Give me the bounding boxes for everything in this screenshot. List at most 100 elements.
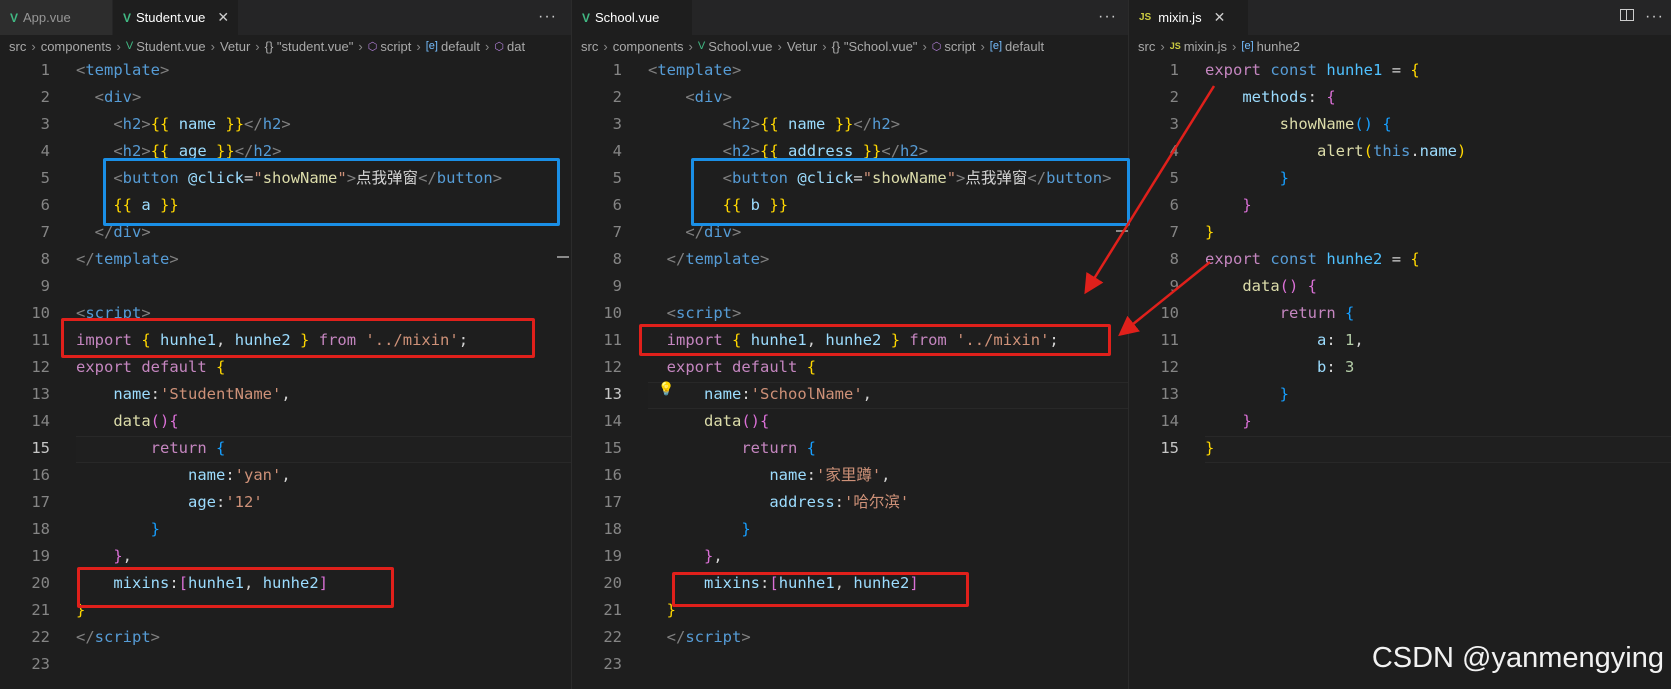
code-line[interactable]: 9 (572, 273, 1128, 300)
line-number[interactable]: 2 (572, 84, 622, 111)
line-number[interactable]: 15 (1129, 435, 1179, 462)
code-line[interactable]: 19 }, (0, 543, 571, 570)
breadcrumb-item[interactable]: Vetur (787, 39, 817, 54)
code-line[interactable]: 2 <div> (0, 84, 571, 111)
line-number[interactable]: 10 (572, 300, 622, 327)
code-editor[interactable]: 1 export const hunhe1 = {2 methods: {3 sh… (1129, 57, 1671, 689)
scrollbar-marker[interactable] (557, 256, 569, 258)
line-number[interactable]: 21 (0, 597, 50, 624)
code-line[interactable]: 2 methods: { (1129, 84, 1671, 111)
code-line[interactable]: 11 import { hunhe1, hunhe2 } from '../mi… (572, 327, 1128, 354)
line-number[interactable]: 14 (1129, 408, 1179, 435)
code-line[interactable]: 15} (1129, 435, 1671, 462)
line-number[interactable]: 13 (572, 381, 622, 408)
breadcrumb-item[interactable]: Vetur (220, 39, 250, 54)
code-line[interactable]: 3 <h2>{{ name }}</h2> (0, 111, 571, 138)
breadcrumb-item[interactable]: script (944, 39, 975, 54)
line-number[interactable]: 8 (572, 246, 622, 273)
tab-student-vue[interactable]: V Student.vue ✕ (113, 0, 239, 35)
line-number[interactable]: 7 (1129, 219, 1179, 246)
code-line[interactable]: 7 </div> (572, 219, 1128, 246)
code-line[interactable]: 18 } (0, 516, 571, 543)
breadcrumb-item[interactable]: src (581, 39, 598, 54)
breadcrumb-item[interactable]: default (1005, 39, 1044, 54)
code-line[interactable]: 9 data() { (1129, 273, 1671, 300)
tab-school-vue[interactable]: V School.vue (572, 0, 693, 35)
line-number[interactable]: 9 (1129, 273, 1179, 300)
line-number[interactable]: 5 (0, 165, 50, 192)
line-number[interactable]: 10 (1129, 300, 1179, 327)
code-line[interactable]: 21 } (572, 597, 1128, 624)
code-editor[interactable]: 1 <template> 2 <div> 3 <h2>{{ name }}</h2> 4… (0, 57, 571, 689)
line-number[interactable]: 4 (572, 138, 622, 165)
line-number[interactable]: 3 (1129, 111, 1179, 138)
line-number[interactable]: 19 (0, 543, 50, 570)
breadcrumb-item[interactable]: src (9, 39, 26, 54)
line-number[interactable]: 4 (0, 138, 50, 165)
breadcrumb-item[interactable]: {} "School.vue" (832, 39, 918, 54)
code-line[interactable]: 7 </div> (0, 219, 571, 246)
code-line[interactable]: 5 <button @click="showName">点我弹窗</button… (0, 165, 571, 192)
breadcrumb-item[interactable]: hunhe2 (1257, 39, 1300, 54)
tab-app-vue[interactable]: V App.vue (0, 0, 113, 35)
line-number[interactable]: 12 (572, 354, 622, 381)
code-line[interactable]: 5 } (1129, 165, 1671, 192)
breadcrumb-item[interactable]: Student.vue (136, 39, 205, 54)
breadcrumb-item[interactable]: components (613, 39, 684, 54)
line-number[interactable]: 7 (572, 219, 622, 246)
code-line[interactable]: 10 return { (1129, 300, 1671, 327)
line-number[interactable]: 12 (1129, 354, 1179, 381)
code-line[interactable]: 9 (0, 273, 571, 300)
line-number[interactable]: 6 (0, 192, 50, 219)
line-number[interactable]: 3 (572, 111, 622, 138)
line-number[interactable]: 22 (572, 624, 622, 651)
line-number[interactable]: 23 (572, 651, 622, 678)
code-line[interactable]: 16 name:'yan', (0, 462, 571, 489)
line-number[interactable]: 13 (0, 381, 50, 408)
code-line[interactable]: 12 export default { (0, 354, 571, 381)
code-line[interactable]: 5 <button @click="showName">点我弹窗</button… (572, 165, 1128, 192)
line-number[interactable]: 20 (0, 570, 50, 597)
more-actions-icon[interactable]: ··· (1098, 8, 1117, 26)
code-line[interactable]: 12 export default { (572, 354, 1128, 381)
code-line[interactable]: 17 address:'哈尔滨' (572, 489, 1128, 516)
line-number[interactable]: 15 (0, 435, 50, 462)
line-number[interactable]: 11 (0, 327, 50, 354)
line-number[interactable]: 8 (0, 246, 50, 273)
breadcrumb-item[interactable]: mixin.js (1184, 39, 1227, 54)
scrollbar-marker[interactable] (1116, 230, 1128, 232)
code-line[interactable]: 10 <script> (0, 300, 571, 327)
code-line[interactable]: 22 </script> (572, 624, 1128, 651)
line-number[interactable]: 9 (0, 273, 50, 300)
code-line[interactable]: 6 {{ a }} (0, 192, 571, 219)
code-line[interactable]: 6 } (1129, 192, 1671, 219)
line-number[interactable]: 3 (0, 111, 50, 138)
line-number[interactable]: 17 (572, 489, 622, 516)
code-line[interactable]: 1 export const hunhe1 = { (1129, 57, 1671, 84)
code-line[interactable]: 11 import { hunhe1, hunhe2 } from '../mix… (0, 327, 571, 354)
breadcrumb-item[interactable]: components (41, 39, 112, 54)
line-number[interactable]: 18 (572, 516, 622, 543)
line-number[interactable]: 12 (0, 354, 50, 381)
line-number[interactable]: 1 (0, 57, 50, 84)
line-number[interactable]: 10 (0, 300, 50, 327)
code-line[interactable]: 21} (0, 597, 571, 624)
code-line[interactable]: 6 {{ b }} (572, 192, 1128, 219)
code-line[interactable]: 13 name:'StudentName', (0, 381, 571, 408)
line-number[interactable]: 2 (1129, 84, 1179, 111)
line-number[interactable]: 19 (572, 543, 622, 570)
code-line[interactable]: 14 data(){ (0, 408, 571, 435)
line-number[interactable]: 8 (1129, 246, 1179, 273)
code-line[interactable]: 19 }, (572, 543, 1128, 570)
line-number[interactable]: 21 (572, 597, 622, 624)
line-number[interactable]: 13 (1129, 381, 1179, 408)
code-line[interactable]: 14 data(){ (572, 408, 1128, 435)
line-number[interactable]: 23 (0, 651, 50, 678)
code-line[interactable]: 15 return { (572, 435, 1128, 462)
code-line[interactable]: 23 (572, 651, 1128, 678)
code-line[interactable]: 2 <div> (572, 84, 1128, 111)
code-line[interactable]: 11 a: 1, (1129, 327, 1671, 354)
code-line[interactable]: 20 mixins:[hunhe1, hunhe2] (572, 570, 1128, 597)
breadcrumb-item[interactable]: script (380, 39, 411, 54)
line-number[interactable]: 9 (572, 273, 622, 300)
